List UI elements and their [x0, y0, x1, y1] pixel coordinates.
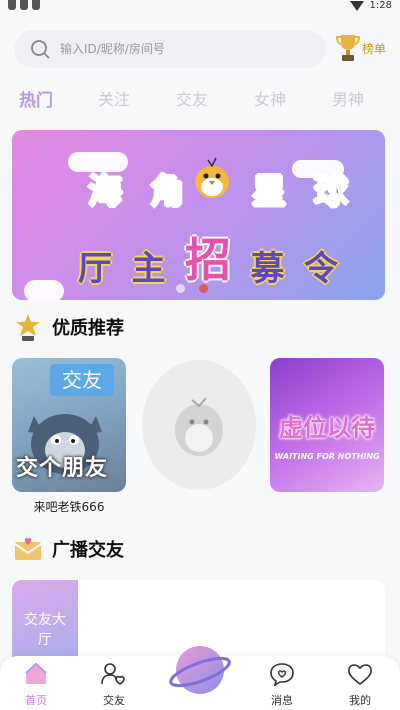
placeholder-chick-icon — [175, 397, 223, 456]
card-subcaption: WAITING FOR NOTHING — [274, 452, 380, 461]
recommend-list: 交友 交个朋友 来吧老铁666 虚位以待 WAITING FOR NOTHING — [12, 358, 388, 518]
tab-hot[interactable]: 热门 — [6, 86, 66, 111]
nav-home[interactable]: 首页 — [6, 662, 66, 708]
envelope-icon — [14, 537, 42, 560]
tab-goddess[interactable]: 女神 — [240, 86, 300, 110]
card-tag: 交友 — [50, 364, 114, 396]
broadcast-header: 广播交友 — [14, 536, 124, 562]
search-icon — [31, 40, 50, 59]
room-card-placeholder[interactable] — [142, 360, 256, 490]
search-input[interactable] — [60, 39, 310, 59]
rank-label: 榜单 — [362, 41, 387, 56]
star-trophy-icon — [16, 314, 40, 341]
recommend-title: 优质推荐 — [52, 318, 124, 339]
nav-messages[interactable]: 消息 — [252, 662, 312, 708]
banner-title-line1: 海 角 星 球 — [87, 171, 349, 213]
room-name: 来吧老铁666 — [33, 500, 105, 514]
search-box[interactable] — [14, 30, 326, 68]
room-card-vacant[interactable]: 虚位以待 WAITING FOR NOTHING — [270, 358, 384, 492]
pagination-dot[interactable] — [176, 284, 185, 293]
tab-follow[interactable]: 关注 — [84, 86, 144, 110]
room-card[interactable]: 交友 交个朋友 — [12, 358, 126, 492]
wifi-icon — [349, 0, 364, 11]
planet-icon[interactable] — [168, 638, 232, 702]
banner-pagination — [176, 284, 208, 293]
broadcast-title: 广播交友 — [52, 540, 124, 561]
message-icon — [270, 663, 294, 686]
cloud-decoration — [24, 280, 64, 300]
card-caption: 虚位以待 — [279, 414, 375, 442]
nav-profile[interactable]: 我的 — [330, 662, 390, 708]
status-notification-icons — [8, 0, 40, 10]
trophy-icon — [336, 35, 360, 61]
search-row: 榜单 — [14, 30, 386, 68]
banner-title-line2: 厅 主 招 募 令 — [78, 233, 338, 289]
broadcast-thumb-label: 交友大厅 — [24, 612, 66, 648]
promo-banner[interactable]: 海 角 星 球 厅 主 招 募 令 — [12, 130, 385, 300]
tab-god[interactable]: 男神 — [318, 86, 378, 110]
card-caption: 交个朋友 — [16, 456, 109, 481]
recommend-header: 优质推荐 — [14, 312, 124, 342]
profile-heart-icon — [348, 664, 372, 686]
rank-button[interactable]: 榜单 — [336, 33, 386, 63]
pagination-dot-active[interactable] — [199, 284, 208, 293]
category-tabs: 热门 关注 交友 女神 男神 — [0, 86, 400, 116]
status-time: 1:28 — [369, 0, 392, 11]
home-icon — [25, 662, 47, 684]
nav-friends[interactable]: 交友 — [84, 662, 144, 708]
status-bar: 1:28 — [0, 0, 400, 14]
friends-icon — [101, 663, 125, 686]
tab-friends[interactable]: 交友 — [162, 86, 222, 110]
